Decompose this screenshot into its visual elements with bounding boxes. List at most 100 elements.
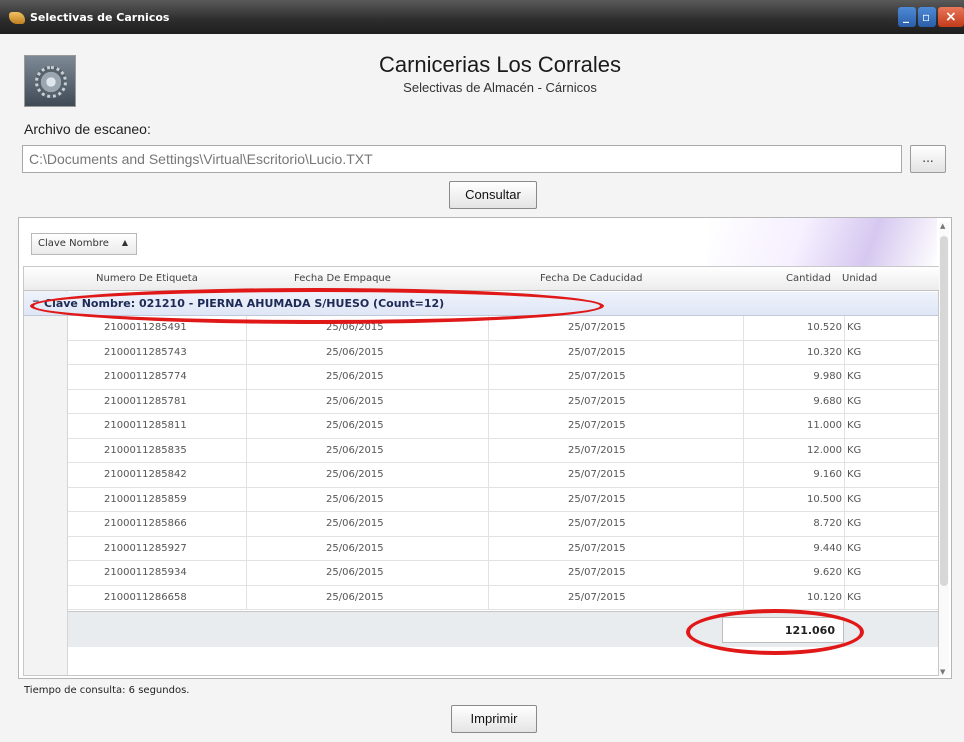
scroll-up-icon[interactable]: ▲ xyxy=(940,222,945,230)
table-row[interactable]: 2100011285859 25/06/2015 25/07/2015 10.500 K… xyxy=(68,487,938,512)
column-divider xyxy=(844,561,845,585)
cell-etiqueta: 2100011285934 xyxy=(104,567,187,578)
table-row[interactable]: 2100011285934 25/06/2015 25/07/2015 9.620 KG xyxy=(68,561,938,586)
group-by-label: Clave Nombre xyxy=(38,238,109,249)
table-row[interactable]: 2100011285743 25/06/2015 25/07/2015 10.320 K… xyxy=(68,340,938,365)
cell-unidad: KG xyxy=(847,322,862,333)
column-divider xyxy=(743,512,744,536)
maximize-icon: ▫ xyxy=(922,10,931,24)
group-by-chip[interactable]: Clave Nombre ▲ xyxy=(31,233,137,255)
column-divider xyxy=(246,438,247,463)
cell-unidad: KG xyxy=(847,542,862,554)
close-icon: × xyxy=(945,9,957,25)
column-divider xyxy=(246,585,247,610)
browse-button[interactable]: ... xyxy=(910,145,946,173)
cell-etiqueta: 2100011285835 xyxy=(104,444,187,456)
table-row[interactable]: 2100011285781 25/06/2015 25/07/2015 9.680 KG xyxy=(68,389,938,414)
minimize-button[interactable]: _ xyxy=(898,7,916,27)
cell-empaque: 25/06/2015 xyxy=(326,469,384,480)
cell-unidad: KG xyxy=(847,469,862,480)
cell-cantidad: 10.520 xyxy=(807,322,842,333)
cell-unidad: KG xyxy=(847,444,862,456)
cell-empaque: 25/06/2015 xyxy=(326,444,384,456)
column-header-etiqueta[interactable]: Numero De Etiqueta xyxy=(96,273,198,284)
cell-empaque: 25/06/2015 xyxy=(326,322,384,333)
column-divider xyxy=(488,512,489,536)
cell-unidad: KG xyxy=(847,346,862,358)
column-divider xyxy=(488,487,489,512)
cell-caducidad: 25/07/2015 xyxy=(568,469,626,480)
cell-etiqueta: 2100011285811 xyxy=(104,420,187,431)
logo xyxy=(24,55,76,107)
cell-caducidad: 25/07/2015 xyxy=(568,591,626,603)
column-divider xyxy=(488,340,489,365)
column-divider xyxy=(488,365,489,389)
cell-empaque: 25/06/2015 xyxy=(326,567,384,578)
table-row[interactable]: 2100011285842 25/06/2015 25/07/2015 9.160 KG xyxy=(68,463,938,488)
query-time-label: Tiempo de consulta: 6 segundos. xyxy=(24,685,190,696)
cell-unidad: KG xyxy=(847,591,862,603)
column-divider xyxy=(488,389,489,414)
cell-cantidad: 8.720 xyxy=(813,518,842,529)
gear-icon xyxy=(35,66,67,98)
column-divider xyxy=(743,414,744,438)
collapse-icon[interactable]: − xyxy=(32,297,40,307)
cell-caducidad: 25/07/2015 xyxy=(568,371,626,382)
column-divider xyxy=(844,316,845,340)
scrollbar-thumb[interactable] xyxy=(940,236,948,586)
file-label: Archivo de escaneo: xyxy=(24,121,151,137)
column-divider xyxy=(743,438,744,463)
vertical-scrollbar[interactable]: ▲ ▼ xyxy=(939,222,949,676)
column-divider xyxy=(743,463,744,487)
cell-cantidad: 10.120 xyxy=(807,591,842,603)
table-row[interactable]: 2100011285774 25/06/2015 25/07/2015 9.980 KG xyxy=(68,365,938,390)
column-divider xyxy=(488,463,489,487)
column-divider xyxy=(743,561,744,585)
close-button[interactable]: × xyxy=(938,7,964,27)
file-path-input[interactable]: C:\Documents and Settings\Virtual\Escrit… xyxy=(22,145,902,173)
table-row[interactable]: 2100011286658 25/06/2015 25/07/2015 10.120 K… xyxy=(68,585,938,610)
cell-caducidad: 25/07/2015 xyxy=(568,346,626,358)
column-header-unidad[interactable]: Unidad xyxy=(842,273,877,284)
column-header-empaque[interactable]: Fecha De Empaque xyxy=(294,273,391,284)
cell-etiqueta: 2100011285743 xyxy=(104,346,187,358)
column-divider xyxy=(488,585,489,610)
column-divider xyxy=(844,389,845,414)
cell-empaque: 25/06/2015 xyxy=(326,542,384,554)
cell-etiqueta: 2100011285491 xyxy=(104,322,187,333)
scroll-down-icon[interactable]: ▼ xyxy=(940,668,945,676)
cell-caducidad: 25/07/2015 xyxy=(568,420,626,431)
table-row[interactable]: 2100011285927 25/06/2015 25/07/2015 9.440 KG xyxy=(68,536,938,561)
cell-cantidad: 9.980 xyxy=(813,371,842,382)
group-row[interactable]: − Clave Nombre: 021210 - PIERNA AHUMADA … xyxy=(24,292,938,316)
grid-header: Numero De Etiqueta Fecha De Empaque Fech… xyxy=(24,267,940,291)
cell-etiqueta: 2100011285842 xyxy=(104,469,187,480)
cell-etiqueta: 2100011286658 xyxy=(104,591,187,603)
table-row[interactable]: 2100011285491 25/06/2015 25/07/2015 10.520 K… xyxy=(68,316,938,341)
cell-empaque: 25/06/2015 xyxy=(326,493,384,505)
column-divider xyxy=(844,438,845,463)
column-divider xyxy=(743,340,744,365)
column-divider xyxy=(844,536,845,561)
cell-empaque: 25/06/2015 xyxy=(326,420,384,431)
column-divider xyxy=(844,414,845,438)
column-header-caducidad[interactable]: Fecha De Caducidad xyxy=(540,273,642,284)
maximize-button[interactable]: ▫ xyxy=(918,7,936,27)
column-divider xyxy=(246,561,247,585)
cell-unidad: KG xyxy=(847,567,862,578)
column-divider xyxy=(743,365,744,389)
print-button[interactable]: Imprimir xyxy=(451,705,537,733)
column-divider xyxy=(246,389,247,414)
cell-empaque: 25/06/2015 xyxy=(326,395,384,407)
cell-cantidad: 9.620 xyxy=(813,567,842,578)
table-row[interactable]: 2100011285811 25/06/2015 25/07/2015 11.000 K… xyxy=(68,414,938,439)
column-header-cantidad[interactable]: Cantidad xyxy=(786,273,831,284)
table-row[interactable]: 2100011285835 25/06/2015 25/07/2015 12.000 K… xyxy=(68,438,938,463)
column-divider xyxy=(743,316,744,340)
table-body: 2100011285491 25/06/2015 25/07/2015 10.520 K… xyxy=(68,316,938,610)
consult-button[interactable]: Consultar xyxy=(449,181,537,209)
column-divider xyxy=(743,487,744,512)
cell-etiqueta: 2100011285859 xyxy=(104,493,187,505)
table-row[interactable]: 2100011285866 25/06/2015 25/07/2015 8.720 KG xyxy=(68,512,938,537)
column-divider xyxy=(844,463,845,487)
